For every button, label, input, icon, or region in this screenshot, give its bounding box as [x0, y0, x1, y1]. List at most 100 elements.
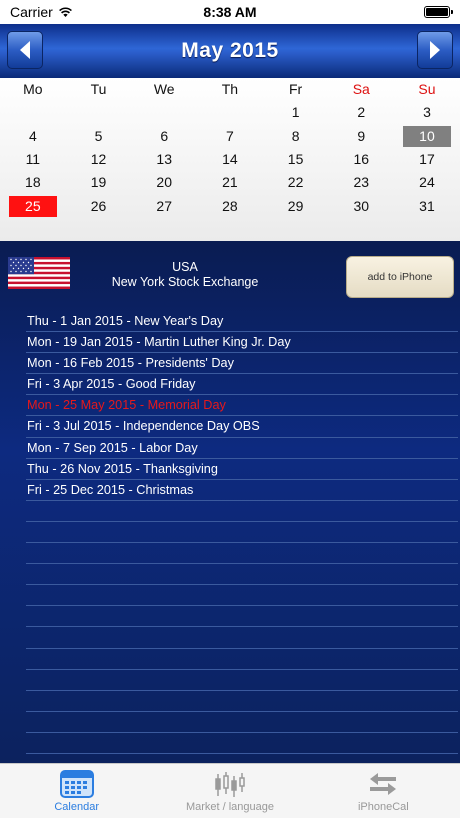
- day-number: 7: [226, 127, 234, 144]
- weekday-sa: Sa: [352, 81, 370, 98]
- day-number: [140, 102, 188, 123]
- tab-market-language[interactable]: Market / language: [153, 764, 306, 818]
- empty-row: [26, 649, 458, 670]
- tab-calendar[interactable]: Calendar: [0, 764, 153, 818]
- weekday-fr: Fr: [288, 81, 303, 98]
- day-cell: [0, 102, 66, 123]
- day-number: 5: [94, 127, 103, 144]
- day-number: 22: [287, 174, 304, 191]
- day-cell[interactable]: 1: [263, 102, 329, 123]
- holiday-row[interactable]: Fri - 3 Apr 2015 - Good Friday: [26, 374, 458, 396]
- day-cell[interactable]: 28: [197, 196, 263, 217]
- day-cell[interactable]: 21: [197, 172, 263, 193]
- day-cell[interactable]: 6: [131, 126, 197, 147]
- empty-row: [26, 543, 458, 565]
- tab-iphonecal-label: iPhoneCal: [357, 801, 409, 813]
- day-number: 15: [287, 151, 304, 168]
- holiday-row[interactable]: Fri - 25 Dec 2015 - Christmas: [26, 480, 458, 501]
- day-number: 31: [419, 197, 435, 214]
- day-cell[interactable]: 15: [263, 149, 329, 170]
- tab-bar: Calendar Market / language iPhoneCal: [0, 763, 460, 818]
- day-number: [206, 102, 254, 123]
- day-number: 21: [222, 174, 238, 191]
- day-cell[interactable]: 26: [66, 196, 132, 217]
- day-cell[interactable]: 5: [66, 126, 132, 147]
- holiday-list: Thu - 1 Jan 2015 - New Year's Day Mon - …: [26, 311, 458, 754]
- holiday-row[interactable]: Mon - 16 Feb 2015 - Presidents' Day: [26, 353, 458, 375]
- holiday-row[interactable]: Fri - 3 Jul 2015 - Independence Day OBS: [26, 416, 458, 438]
- day-number: 16: [353, 151, 370, 168]
- weekday-we: We: [153, 81, 175, 98]
- day-cell[interactable]: 14: [197, 149, 263, 170]
- day-cell[interactable]: 11: [0, 149, 66, 170]
- day-cell-holiday[interactable]: 25: [0, 195, 66, 217]
- day-number: [75, 102, 123, 123]
- day-cell[interactable]: 3: [394, 102, 460, 123]
- holiday-row[interactable]: Thu - 1 Jan 2015 - New Year's Day: [26, 311, 458, 333]
- arrow-right-icon: [430, 41, 440, 59]
- weekday-su: Su: [418, 81, 436, 98]
- day-cell[interactable]: 2: [328, 102, 394, 123]
- day-cell[interactable]: 9: [328, 126, 394, 147]
- day-cell[interactable]: 13: [131, 149, 197, 170]
- day-cell-today[interactable]: 10: [394, 125, 460, 147]
- day-cell[interactable]: 22: [263, 172, 329, 193]
- day-cell: [66, 102, 132, 123]
- calendar-grid: Mo Tu We Th Fr Sa Su 1 2 3 4 5 6 7 8 9 1…: [0, 78, 460, 241]
- holiday-row-highlighted[interactable]: Mon - 25 May 2015 - Memorial Day: [26, 395, 458, 417]
- empty-row: [26, 606, 458, 628]
- day-cell[interactable]: 8: [263, 126, 329, 147]
- week-row: 18 19 20 21 22 23 24: [0, 171, 460, 194]
- day-cell[interactable]: 23: [328, 172, 394, 193]
- day-number: 12: [90, 151, 107, 168]
- today-marker: 10: [402, 125, 451, 147]
- day-cell[interactable]: 29: [263, 196, 329, 217]
- day-number: 8: [291, 127, 300, 144]
- candlestick-chart-icon: [215, 772, 245, 797]
- day-cell[interactable]: 18: [0, 172, 66, 193]
- day-cell[interactable]: 30: [328, 196, 394, 217]
- week-row: 4 5 6 7 8 9 10: [0, 125, 460, 148]
- day-cell[interactable]: 16: [328, 149, 394, 170]
- tab-market-language-label: Market / language: [185, 801, 275, 813]
- sync-arrows-icon: [370, 773, 397, 795]
- empty-row: [26, 564, 458, 586]
- day-cell: [197, 102, 263, 123]
- day-number: 18: [25, 174, 41, 191]
- day-cell: [131, 102, 197, 123]
- holiday-row[interactable]: Thu - 26 Nov 2015 - Thanksgiving: [26, 459, 458, 480]
- day-number: 6: [160, 127, 169, 144]
- day-cell[interactable]: 31: [394, 196, 460, 217]
- day-cell[interactable]: 19: [66, 172, 132, 193]
- day-cell[interactable]: 7: [197, 126, 263, 147]
- empty-row: [26, 585, 458, 607]
- month-title: May 2015: [181, 39, 279, 62]
- week-row: 11 12 13 14 15 16 17: [0, 148, 460, 171]
- weekday-mo: Mo: [23, 81, 43, 98]
- weekday-header-row: Mo Tu We Th Fr Sa Su: [0, 78, 460, 101]
- day-cell[interactable]: 12: [66, 149, 132, 170]
- day-cell[interactable]: 24: [394, 172, 460, 193]
- day-number: 27: [156, 197, 172, 214]
- day-cell[interactable]: 17: [394, 149, 460, 170]
- day-cell[interactable]: 20: [131, 172, 197, 193]
- arrow-left-icon: [20, 41, 30, 59]
- day-number: 19: [90, 174, 107, 191]
- holiday-row[interactable]: Mon - 19 Jan 2015 - Martin Luther King J…: [26, 332, 458, 354]
- empty-row: [26, 627, 458, 649]
- holiday-row[interactable]: Mon - 7 Sep 2015 - Labor Day: [26, 438, 458, 459]
- day-number: 20: [156, 174, 172, 191]
- day-number: 28: [222, 197, 238, 214]
- empty-row: [26, 522, 458, 544]
- day-cell[interactable]: 27: [131, 196, 197, 217]
- exchange-info: USA New York Stock Exchange: [90, 260, 280, 290]
- status-bar: Carrier 8:38 AM: [0, 0, 460, 24]
- next-month-button[interactable]: [417, 31, 453, 69]
- tab-iphonecal[interactable]: iPhoneCal: [307, 764, 460, 818]
- previous-month-button[interactable]: [7, 31, 43, 69]
- day-number: 30: [353, 197, 370, 214]
- add-to-iphone-button[interactable]: add to iPhone: [346, 256, 454, 298]
- exchange-name: New York Stock Exchange: [111, 275, 259, 289]
- week-row: 25 26 27 28 29 30 31: [0, 194, 460, 217]
- day-cell[interactable]: 4: [0, 126, 66, 147]
